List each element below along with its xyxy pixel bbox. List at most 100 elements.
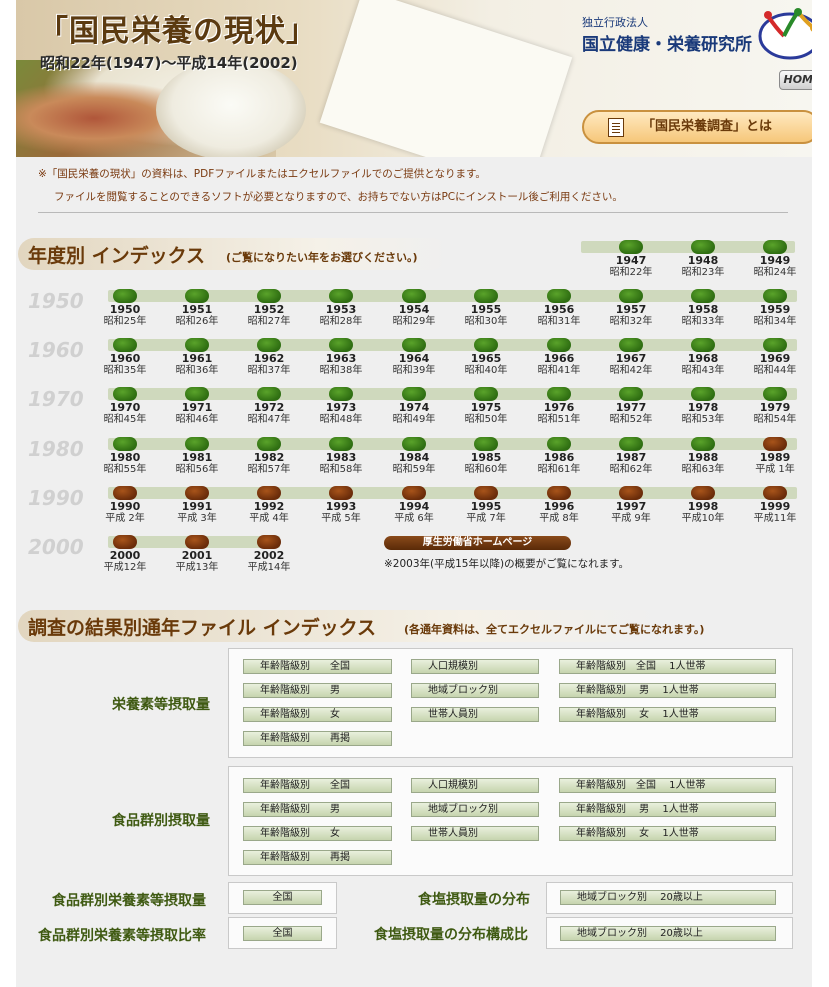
year-link-1951[interactable]: 1951 昭和26年 (167, 289, 227, 327)
year-link-1965[interactable]: 1965 昭和40年 (456, 338, 516, 376)
year-link-1982[interactable]: 1982 昭和57年 (239, 437, 299, 475)
year-link-1955[interactable]: 1955 昭和30年 (456, 289, 516, 327)
about-survey-button[interactable]: 「国民栄養調査」とは (582, 110, 812, 144)
nutrient-col2-button-1[interactable]: 地域ブロック別 (411, 683, 539, 698)
year-link-1975[interactable]: 1975 昭和50年 (456, 387, 516, 425)
era-year: 昭和59年 (392, 464, 436, 475)
year-number: 1955 (470, 303, 502, 316)
year-link-1949[interactable]: 1949 昭和24年 (745, 240, 805, 278)
year-dot-icon (329, 338, 353, 352)
year-link-1950[interactable]: 1950 昭和25年 (95, 289, 155, 327)
year-link-1954[interactable]: 1954 昭和29年 (384, 289, 444, 327)
year-link-1964[interactable]: 1964 昭和39年 (384, 338, 444, 376)
era-year: 昭和46年 (175, 414, 219, 425)
year-link-1968[interactable]: 1968 昭和43年 (673, 338, 733, 376)
year-link-1962[interactable]: 1962 昭和37年 (239, 338, 299, 376)
nutrient-col1-button-2[interactable]: 年齢階級別 女 (243, 707, 392, 722)
year-dot-icon (113, 289, 137, 303)
year-link-1977[interactable]: 1977 昭和52年 (601, 387, 661, 425)
year-link-1992[interactable]: 1992 平成 4年 (239, 486, 299, 524)
food-col2-button-2[interactable]: 世帯人員別 (411, 826, 539, 841)
food-col1-button-0[interactable]: 年齢階級別 全国 (243, 778, 392, 793)
era-year: 昭和47年 (247, 414, 291, 425)
year-link-1997[interactable]: 1997 平成 9年 (601, 486, 661, 524)
nutrient-col1-button-0[interactable]: 年齢階級別 全国 (243, 659, 392, 674)
food-col3-button-2[interactable]: 年齢階級別 女 1人世帯 (559, 826, 776, 841)
year-link-1993[interactable]: 1993 平成 5年 (311, 486, 371, 524)
year-link-1988[interactable]: 1988 昭和63年 (673, 437, 733, 475)
year-link-1958[interactable]: 1958 昭和33年 (673, 289, 733, 327)
year-number: 2000 (109, 549, 141, 562)
nutrient-col3-button-2[interactable]: 年齢階級別 女 1人世帯 (559, 707, 776, 722)
year-link-1978[interactable]: 1978 昭和53年 (673, 387, 733, 425)
year-link-1985[interactable]: 1985 昭和60年 (456, 437, 516, 475)
year-link-1947[interactable]: 1947 昭和22年 (601, 240, 661, 278)
year-link-2001[interactable]: 2001 平成13年 (167, 535, 227, 573)
food-col3-button-0[interactable]: 年齢階級別 全国 1人世帯 (559, 778, 776, 793)
year-link-1948[interactable]: 1948 昭和23年 (673, 240, 733, 278)
year-link-1991[interactable]: 1991 平成 3年 (167, 486, 227, 524)
year-dot-icon (185, 535, 209, 549)
nutrient-col3-button-0[interactable]: 年齢階級別 全国 1人世帯 (559, 659, 776, 674)
year-dot-icon (185, 289, 209, 303)
food-col1-button-1[interactable]: 年齢階級別 男 (243, 802, 392, 817)
year-link-1969[interactable]: 1969 昭和44年 (745, 338, 805, 376)
year-link-1995[interactable]: 1995 平成 7年 (456, 486, 516, 524)
mhlw-homepage-link[interactable]: 厚生労働省ホームページ (384, 536, 571, 550)
food-group-nutrient-national-button[interactable]: 全国 (243, 890, 322, 905)
year-dot-icon (257, 289, 281, 303)
year-link-1983[interactable]: 1983 昭和58年 (311, 437, 371, 475)
salt-distribution-region-button[interactable]: 地域ブロック別 20歳以上 (560, 890, 776, 905)
year-link-2000[interactable]: 2000 平成12年 (95, 535, 155, 573)
food-col1-button-3[interactable]: 年齢階級別 再掲 (243, 850, 392, 865)
year-number: 1991 (181, 500, 213, 513)
year-link-1972[interactable]: 1972 昭和47年 (239, 387, 299, 425)
food-group-nutrient-ratio-national-button[interactable]: 全国 (243, 926, 322, 941)
year-link-1971[interactable]: 1971 昭和46年 (167, 387, 227, 425)
year-link-1990[interactable]: 1990 平成 2年 (95, 486, 155, 524)
year-link-1984[interactable]: 1984 昭和59年 (384, 437, 444, 475)
year-link-1967[interactable]: 1967 昭和42年 (601, 338, 661, 376)
year-link-1953[interactable]: 1953 昭和28年 (311, 289, 371, 327)
year-link-1996[interactable]: 1996 平成 8年 (529, 486, 589, 524)
year-dot-icon (402, 289, 426, 303)
year-link-2002[interactable]: 2002 平成14年 (239, 535, 299, 573)
nutrient-col1-button-1[interactable]: 年齢階級別 男 (243, 683, 392, 698)
year-link-1980[interactable]: 1980 昭和55年 (95, 437, 155, 475)
year-link-1952[interactable]: 1952 昭和27年 (239, 289, 299, 327)
year-number: 1984 (398, 451, 430, 464)
year-link-1960[interactable]: 1960 昭和35年 (95, 338, 155, 376)
year-link-1989[interactable]: 1989 平成 1年 (745, 437, 805, 475)
year-link-1981[interactable]: 1981 昭和56年 (167, 437, 227, 475)
year-number: 1958 (687, 303, 719, 316)
nutrient-col2-button-2[interactable]: 世帯人員別 (411, 707, 539, 722)
nutrient-col3-button-1[interactable]: 年齢階級別 男 1人世帯 (559, 683, 776, 698)
year-link-1959[interactable]: 1959 昭和34年 (745, 289, 805, 327)
year-link-1966[interactable]: 1966 昭和41年 (529, 338, 589, 376)
year-number: 1967 (615, 352, 647, 365)
year-link-1994[interactable]: 1994 平成 6年 (384, 486, 444, 524)
nutrient-col1-button-3[interactable]: 年齢階級別 再掲 (243, 731, 392, 746)
year-link-1999[interactable]: 1999 平成11年 (745, 486, 805, 524)
year-link-1986[interactable]: 1986 昭和61年 (529, 437, 589, 475)
era-year: 昭和48年 (319, 414, 363, 425)
year-link-1956[interactable]: 1956 昭和31年 (529, 289, 589, 327)
home-button[interactable]: HOME (779, 70, 812, 90)
year-link-1987[interactable]: 1987 昭和62年 (601, 437, 661, 475)
food-col2-button-0[interactable]: 人口規模別 (411, 778, 539, 793)
year-link-1963[interactable]: 1963 昭和38年 (311, 338, 371, 376)
food-col1-button-2[interactable]: 年齢階級別 女 (243, 826, 392, 841)
food-col2-button-1[interactable]: 地域ブロック別 (411, 802, 539, 817)
food-col3-button-1[interactable]: 年齢階級別 男 1人世帯 (559, 802, 776, 817)
year-link-1973[interactable]: 1973 昭和48年 (311, 387, 371, 425)
year-link-1957[interactable]: 1957 昭和32年 (601, 289, 661, 327)
salt-distribution-ratio-region-button[interactable]: 地域ブロック別 20歳以上 (560, 926, 776, 941)
year-link-1970[interactable]: 1970 昭和45年 (95, 387, 155, 425)
nutrient-col2-button-0[interactable]: 人口規模別 (411, 659, 539, 674)
year-link-1998[interactable]: 1998 平成10年 (673, 486, 733, 524)
year-number: 1974 (398, 401, 430, 414)
year-link-1976[interactable]: 1976 昭和51年 (529, 387, 589, 425)
year-link-1974[interactable]: 1974 昭和49年 (384, 387, 444, 425)
year-link-1961[interactable]: 1961 昭和36年 (167, 338, 227, 376)
year-link-1979[interactable]: 1979 昭和54年 (745, 387, 805, 425)
